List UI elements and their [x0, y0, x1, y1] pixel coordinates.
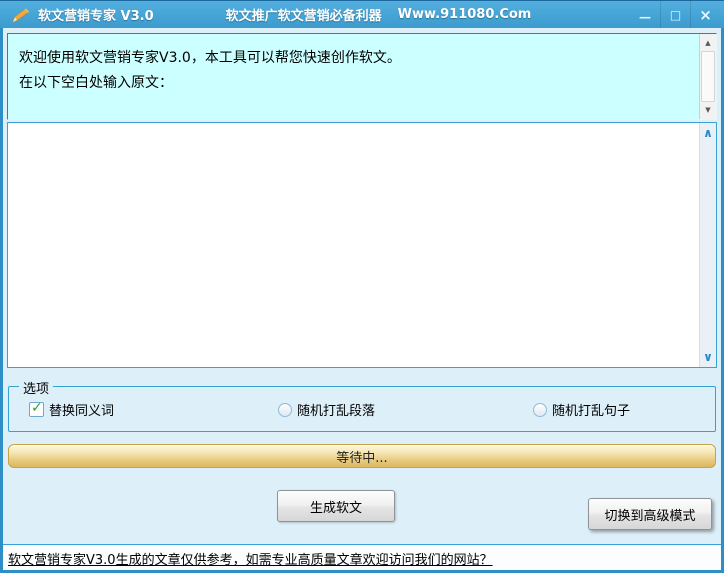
app-tagline: 软文推广软文营销必备利器	[226, 5, 382, 24]
checkbox-box: ✓	[29, 402, 44, 417]
replace-synonyms-checkbox[interactable]: ✓ 替换同义词	[29, 400, 114, 419]
window-controls: — □ ×	[630, 1, 720, 29]
chevron-up-icon[interactable]: ∧	[700, 125, 716, 141]
close-icon: ×	[699, 6, 712, 24]
chevron-down-icon[interactable]: ∨	[700, 349, 716, 365]
scroll-up-icon[interactable]: ▲	[700, 35, 716, 51]
editor-scrollbar[interactable]: ∧ ∨	[699, 123, 716, 367]
app-title: 软文营销专家 V3.0	[38, 5, 154, 24]
close-button[interactable]: ×	[690, 1, 720, 29]
shuffle-paragraphs-radio[interactable]: 随机打乱段落	[278, 400, 375, 419]
info-scrollbar[interactable]: ▲ ▼	[699, 34, 716, 119]
minimize-button[interactable]: —	[630, 1, 660, 29]
scroll-down-icon[interactable]: ▼	[700, 102, 716, 118]
window-content: 欢迎使用软文营销专家V3.0，本工具可以帮您快速创作软文。 在以下空白处输入原文…	[3, 28, 721, 570]
checkbox-label: 替换同义词	[49, 400, 114, 419]
progress-status: 等待中...	[336, 447, 387, 466]
radio-circle	[278, 403, 292, 417]
pencil-icon	[9, 5, 31, 25]
titlebar: 软文营销专家 V3.0 软文推广软文营销必备利器 Www.911080.Com …	[0, 0, 724, 28]
progress-bar: 等待中...	[8, 444, 716, 468]
generate-button[interactable]: 生成软文	[277, 490, 395, 522]
check-icon: ✓	[31, 400, 43, 416]
footer-notice-link[interactable]: 软文营销专家V3.0生成的文章仅供参考，如需专业高质量文章欢迎访问我们的网站？	[8, 549, 493, 568]
welcome-panel: 欢迎使用软文营销专家V3.0，本工具可以帮您快速创作软文。 在以下空白处输入原文…	[7, 33, 717, 120]
radio-label: 随机打乱段落	[297, 400, 375, 419]
shuffle-sentences-radio[interactable]: 随机打乱句子	[533, 400, 630, 419]
switch-mode-button[interactable]: 切换到高级模式	[588, 498, 712, 530]
welcome-line: 欢迎使用软文营销专家V3.0，本工具可以帮您快速创作软文。	[19, 46, 688, 71]
maximize-icon: □	[670, 8, 681, 22]
instruction-line: 在以下空白处输入原文：	[19, 71, 688, 96]
article-input[interactable]	[8, 123, 699, 367]
app-window: 软文营销专家 V3.0 软文推广软文营销必备利器 Www.911080.Com …	[0, 0, 724, 573]
main-panel: 欢迎使用软文营销专家V3.0，本工具可以帮您快速创作软文。 在以下空白处输入原文…	[3, 28, 721, 545]
maximize-button[interactable]: □	[660, 1, 690, 29]
radio-circle	[533, 403, 547, 417]
options-group: 选项 ✓ 替换同义词 随机打乱段落 随机打乱句子	[8, 386, 716, 432]
titlebar-url: Www.911080.Com	[398, 7, 532, 22]
info-scrollbar-thumb[interactable]	[701, 51, 715, 102]
article-input-container: ∧ ∨	[7, 122, 717, 368]
options-legend: 选项	[19, 378, 53, 397]
footer-bar: 软文营销专家V3.0生成的文章仅供参考，如需专业高质量文章欢迎访问我们的网站？	[3, 546, 721, 570]
minimize-icon: —	[639, 10, 651, 24]
radio-label: 随机打乱句子	[552, 400, 630, 419]
